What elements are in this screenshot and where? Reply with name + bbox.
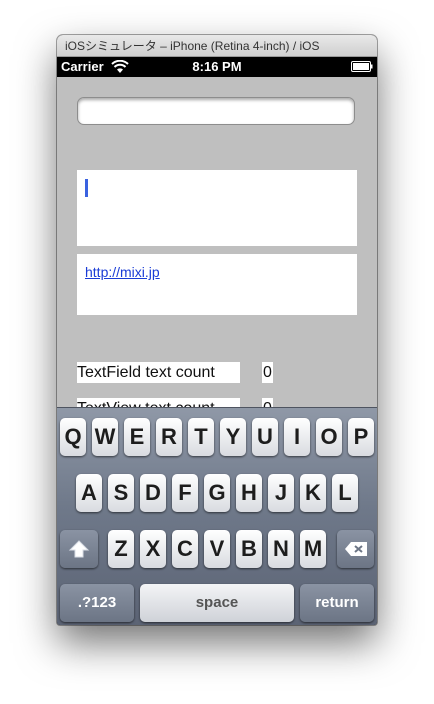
key-i[interactable]: I <box>284 418 310 456</box>
key-y[interactable]: Y <box>220 418 246 456</box>
key-h[interactable]: H <box>236 474 262 512</box>
textfield-count-value: 0 <box>262 362 273 383</box>
backspace-icon <box>344 542 367 556</box>
key-e[interactable]: E <box>124 418 150 456</box>
key-k[interactable]: K <box>300 474 326 512</box>
key-d[interactable]: D <box>140 474 166 512</box>
key-u[interactable]: U <box>252 418 278 456</box>
key-f[interactable]: F <box>172 474 198 512</box>
key-o[interactable]: O <box>316 418 342 456</box>
key-p[interactable]: P <box>348 418 374 456</box>
return-key[interactable]: return <box>300 584 374 622</box>
text-cursor <box>85 179 88 197</box>
key-t[interactable]: T <box>188 418 214 456</box>
key-z[interactable]: Z <box>108 530 134 568</box>
textfield-count-label: TextField text count <box>77 362 240 383</box>
text-view-link[interactable]: http://mixi.jp <box>77 254 357 315</box>
onscreen-keyboard: Q W E R T Y U I O P A S D F G H J K L Z … <box>57 407 377 625</box>
key-a[interactable]: A <box>76 474 102 512</box>
key-q[interactable]: Q <box>60 418 86 456</box>
status-time: 8:16 PM <box>192 59 242 74</box>
window-title: iOSシミュレータ – iPhone (Retina 4-inch) / iOS <box>65 39 320 53</box>
key-s[interactable]: S <box>108 474 134 512</box>
window-titlebar[interactable]: iOSシミュレータ – iPhone (Retina 4-inch) / iOS <box>57 35 377 57</box>
mixi-link[interactable]: http://mixi.jp <box>85 264 160 280</box>
app-content: http://mixi.jp TextField text count 0 Te… <box>57 77 377 419</box>
text-field[interactable] <box>77 97 355 125</box>
key-r[interactable]: R <box>156 418 182 456</box>
space-key[interactable]: space <box>140 584 294 622</box>
key-m[interactable]: M <box>300 530 326 568</box>
text-view-input[interactable] <box>77 170 357 246</box>
key-c[interactable]: C <box>172 530 198 568</box>
key-x[interactable]: X <box>140 530 166 568</box>
numbers-key[interactable]: .?123 <box>60 584 134 622</box>
key-g[interactable]: G <box>204 474 230 512</box>
simulator-window: iOSシミュレータ – iPhone (Retina 4-inch) / iOS… <box>57 35 377 625</box>
key-j[interactable]: J <box>268 474 294 512</box>
battery-icon <box>351 61 373 72</box>
key-l[interactable]: L <box>332 474 358 512</box>
shift-arrow-icon <box>68 540 90 558</box>
key-w[interactable]: W <box>92 418 118 456</box>
shift-key[interactable] <box>60 530 98 568</box>
delete-key[interactable] <box>337 530 374 568</box>
key-v[interactable]: V <box>204 530 230 568</box>
status-bar: Carrier 8:16 PM <box>57 57 377 77</box>
key-b[interactable]: B <box>236 530 262 568</box>
key-n[interactable]: N <box>268 530 294 568</box>
